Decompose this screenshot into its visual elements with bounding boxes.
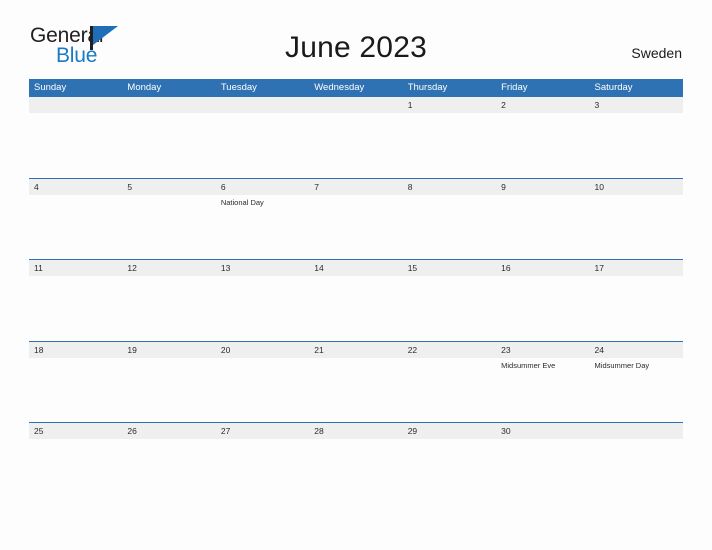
day-number[interactable]: 17: [590, 260, 683, 276]
day-number[interactable]: [216, 97, 309, 113]
day-event: Midsummer Eve: [501, 360, 556, 370]
weekday-friday: Friday: [501, 82, 528, 93]
day-number[interactable]: 10: [590, 179, 683, 195]
day-event: [403, 195, 496, 208]
day-number[interactable]: 19: [122, 342, 215, 358]
day-number[interactable]: 13: [216, 260, 309, 276]
day-event: [216, 113, 309, 115]
day-event: [590, 276, 683, 278]
week-row: 25 26 27 28 29 30: [29, 422, 683, 504]
day-number[interactable]: [29, 97, 122, 113]
day-event: [29, 439, 122, 441]
day-number[interactable]: 22: [403, 342, 496, 358]
day-event: [216, 358, 309, 371]
day-number[interactable]: [590, 423, 683, 439]
day-event: [590, 439, 683, 441]
day-number[interactable]: 27: [216, 423, 309, 439]
weekday-sunday: Sunday: [34, 82, 67, 93]
day-number[interactable]: 9: [496, 179, 589, 195]
day-number[interactable]: 30: [496, 423, 589, 439]
weekday-saturday: Saturday: [594, 82, 633, 93]
page-title: June 2023: [285, 31, 427, 64]
day-number[interactable]: 18: [29, 342, 122, 358]
day-number[interactable]: 1: [403, 97, 496, 113]
day-number[interactable]: 5: [122, 179, 215, 195]
day-event: [403, 439, 496, 441]
day-event: [496, 439, 589, 441]
day-event: [29, 276, 122, 278]
weekday-wednesday: Wednesday: [314, 82, 365, 93]
day-number[interactable]: 11: [29, 260, 122, 276]
week-row: 1 2 3: [29, 96, 683, 178]
calendar-grid: Sunday Monday Tuesday Wednesday Thursday…: [29, 79, 683, 504]
day-number[interactable]: 2: [496, 97, 589, 113]
day-number[interactable]: 16: [496, 260, 589, 276]
day-event: Midsummer Day: [594, 360, 650, 370]
day-number[interactable]: 23: [496, 342, 589, 358]
week-event-band: [29, 276, 683, 278]
week-day-number-band: 11 12 13 14 15 16 17: [29, 260, 683, 277]
day-number[interactable]: 8: [403, 179, 496, 195]
day-number[interactable]: 12: [122, 260, 215, 276]
day-number[interactable]: [309, 97, 402, 113]
day-number[interactable]: 15: [403, 260, 496, 276]
weekday-thursday: Thursday: [407, 82, 448, 93]
page-header: General Blue June 2023 Sweden: [0, 0, 712, 67]
day-number[interactable]: 20: [216, 342, 309, 358]
day-event: [309, 195, 402, 208]
day-event: [590, 195, 683, 208]
day-event: [590, 113, 683, 115]
day-number[interactable]: [122, 97, 215, 113]
day-number[interactable]: 28: [309, 423, 402, 439]
week-row: 4 5 6 7 8 9 10 National Day: [29, 177, 683, 260]
day-number[interactable]: 3: [590, 97, 683, 113]
day-event: [122, 358, 215, 371]
weekday-header-row: Sunday Monday Tuesday Wednesday Thursday…: [29, 79, 683, 96]
day-event: National Day: [220, 197, 264, 207]
day-event: [216, 276, 309, 278]
week-day-number-band: 25 26 27 28 29 30: [29, 423, 683, 440]
weekday-tuesday: Tuesday: [220, 82, 257, 93]
day-event: [403, 358, 496, 371]
week-event-band: Midsummer Eve Midsummer Day: [29, 358, 683, 371]
week-day-number-band: 18 19 20 21 22 23 24: [29, 341, 683, 358]
day-number[interactable]: 29: [403, 423, 496, 439]
day-event: [29, 195, 122, 208]
week-day-number-band: 1 2 3: [29, 97, 683, 113]
week-day-number-band: 4 5 6 7 8 9 10: [29, 178, 683, 195]
day-event: [309, 276, 402, 278]
day-number[interactable]: 25: [29, 423, 122, 439]
day-number[interactable]: 26: [122, 423, 215, 439]
week-row: 11 12 13 14 15 16 17: [29, 259, 683, 341]
day-number[interactable]: 21: [309, 342, 402, 358]
day-event: [216, 439, 309, 441]
country-label: Sweden: [631, 45, 682, 61]
day-event: [309, 439, 402, 441]
day-number[interactable]: 7: [309, 179, 402, 195]
day-event: [403, 113, 496, 115]
day-event: [122, 113, 215, 115]
week-row: 18 19 20 21 22 23 24 Midsummer Eve Midsu…: [29, 340, 683, 423]
day-number[interactable]: 24: [590, 342, 683, 358]
day-event: [29, 358, 122, 371]
day-event: [496, 113, 589, 115]
day-event: [496, 195, 589, 208]
day-event: [122, 276, 215, 278]
day-number[interactable]: 4: [29, 179, 122, 195]
day-event: [309, 358, 402, 371]
week-event-band: [29, 439, 683, 441]
day-event: [122, 439, 215, 441]
week-event-band: National Day: [29, 195, 683, 208]
day-event: [403, 276, 496, 278]
day-number[interactable]: 6: [216, 179, 309, 195]
weekday-monday: Monday: [127, 82, 162, 93]
day-event: [29, 113, 122, 115]
day-event: [122, 195, 215, 208]
day-number[interactable]: 14: [309, 260, 402, 276]
day-event: [496, 276, 589, 278]
week-event-band: [29, 113, 683, 115]
day-event: [309, 113, 402, 115]
